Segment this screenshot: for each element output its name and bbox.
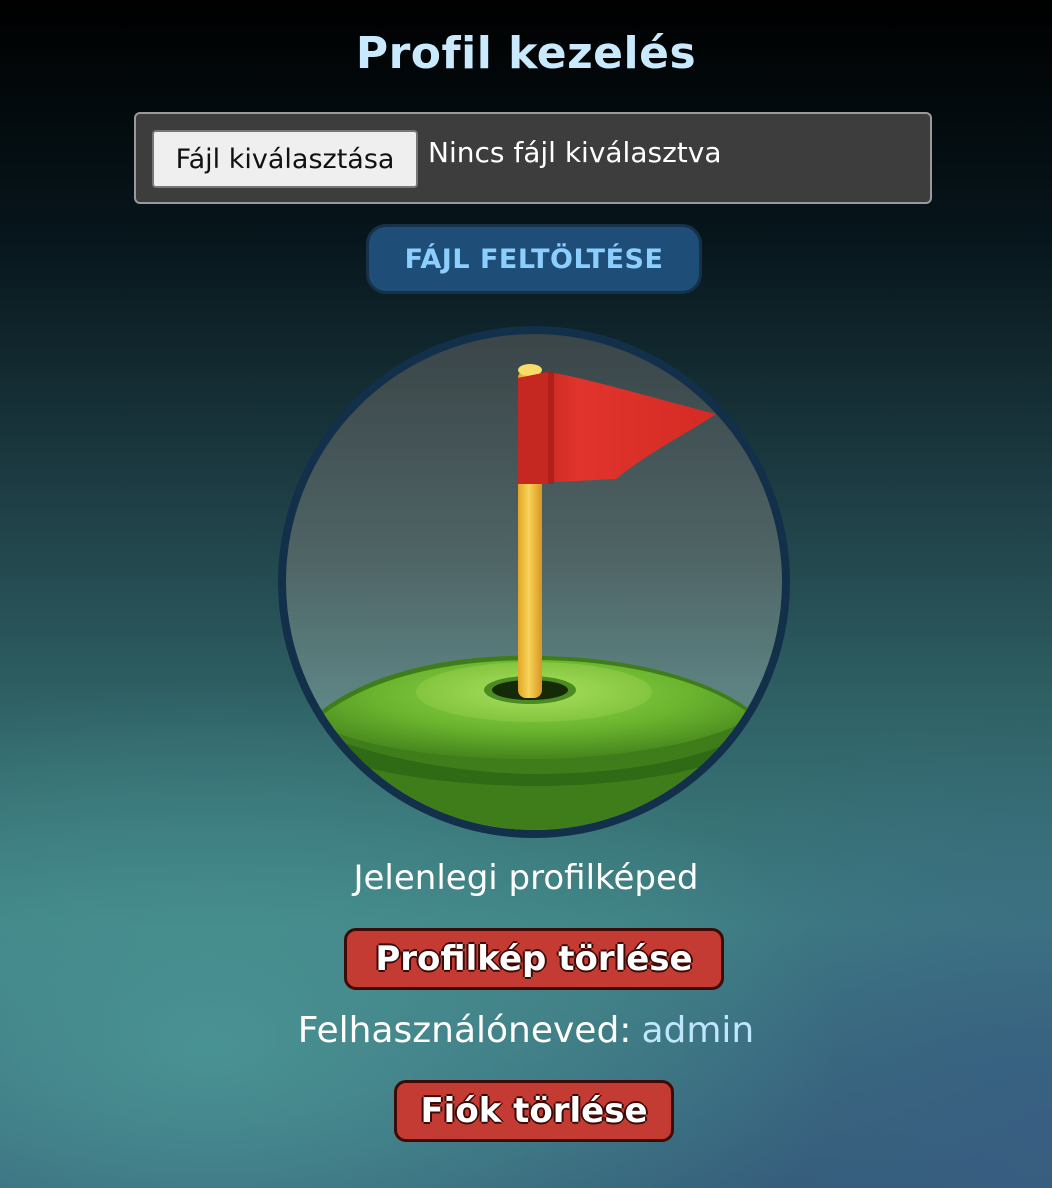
delete-profile-picture-button[interactable]: Profilkép törlése	[344, 928, 724, 990]
avatar	[278, 326, 790, 838]
avatar-caption: Jelenlegi profilképed	[353, 858, 699, 898]
delete-account-button[interactable]: Fiók törlése	[394, 1080, 674, 1142]
username-label: Felhasználóneved:	[297, 1010, 632, 1051]
golf-flag-icon	[286, 364, 782, 830]
page-title: Profil kezelés	[355, 28, 697, 79]
username-row: Felhasználóneved: admin	[0, 1010, 1052, 1051]
upload-file-button[interactable]: FÁJL FELTÖLTÉSE	[366, 224, 702, 294]
choose-file-button[interactable]: Fájl kiválasztása	[152, 130, 418, 188]
file-input[interactable]: Fájl kiválasztása Nincs fájl kiválasztva	[134, 112, 932, 204]
file-status-text: Nincs fájl kiválasztva	[428, 136, 722, 169]
username-value: admin	[641, 1010, 755, 1051]
